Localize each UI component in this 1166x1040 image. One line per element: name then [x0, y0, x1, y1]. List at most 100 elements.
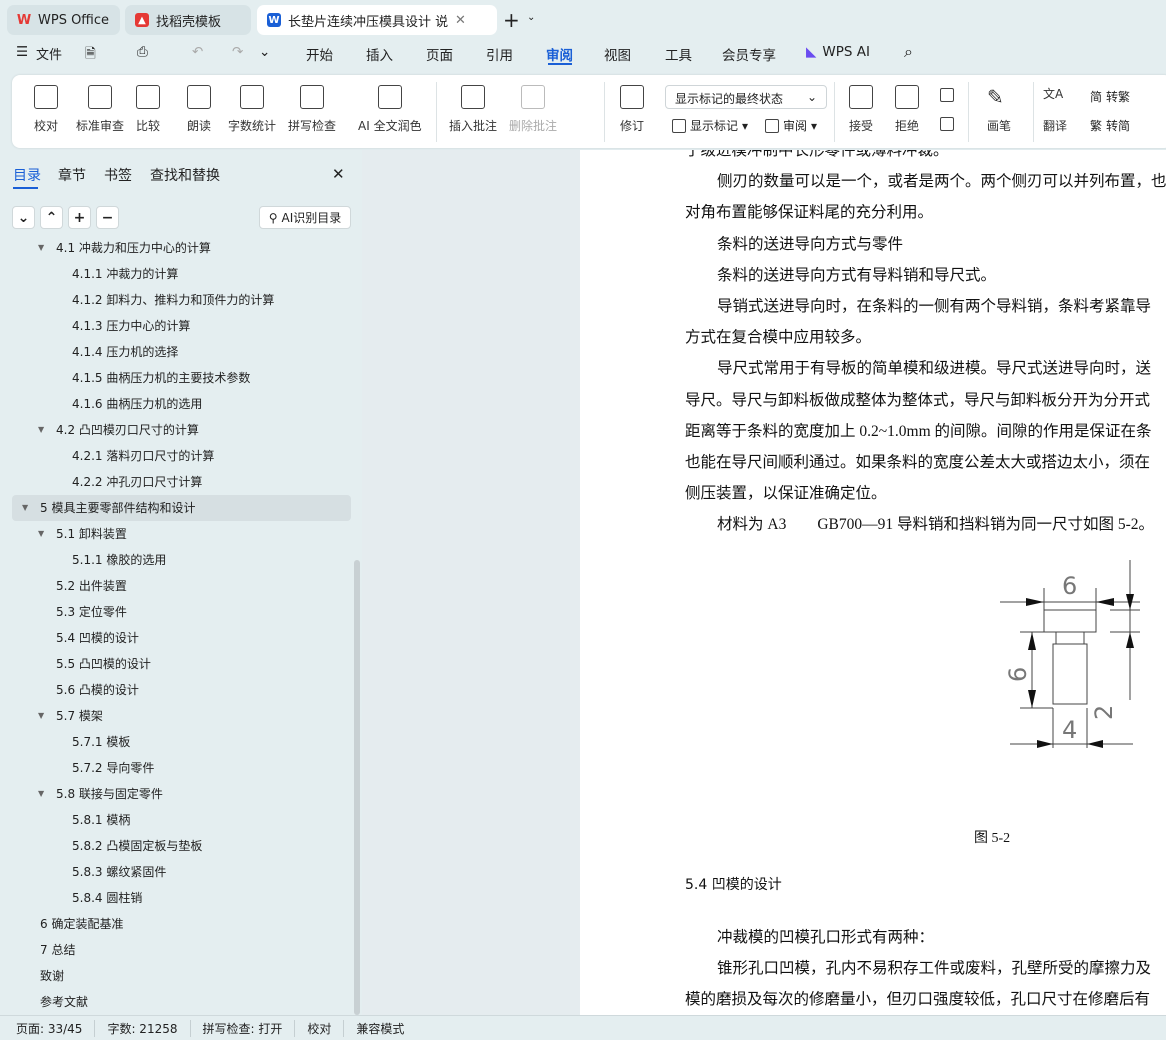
tab-list-chevron-icon[interactable]: ⌄ — [527, 12, 535, 23]
toc-item[interactable]: 5.8.1 模柄 — [12, 807, 351, 833]
toc-item[interactable]: 5.6 凸模的设计 — [12, 677, 351, 703]
toc-item[interactable]: 5.8.4 圆柱销 — [12, 885, 351, 911]
ribbon-button-1[interactable]: 标准审查 — [76, 75, 124, 134]
ribbon-button-6[interactable]: AI 全文润色 — [358, 75, 422, 134]
toc-item[interactable]: ▼ 5.8 联接与固定零件 — [12, 781, 351, 807]
close-panel-icon[interactable]: ✕ — [332, 165, 345, 183]
expand-triangle-icon[interactable]: ▼ — [38, 703, 44, 729]
toc-item[interactable]: 参考文献 — [12, 989, 351, 1015]
ribbon-button-2[interactable]: 比较 — [136, 75, 160, 134]
panel-tab-0[interactable]: 目录 — [13, 165, 41, 185]
expand-up-button[interactable]: ⌃ — [40, 206, 63, 229]
ai-recognize-toc-button[interactable]: ⚲ AI识别目录 — [259, 206, 351, 229]
toc-item[interactable]: ▼ 5.1 卸料装置 — [12, 521, 351, 547]
toc-item[interactable]: ▼ 4.2 凸凹模刃口尺寸的计算 — [12, 417, 351, 443]
toc-item[interactable]: 7 总结 — [12, 937, 351, 963]
close-tab-icon[interactable]: ✕ — [455, 13, 466, 28]
review-pane-button[interactable]: 审阅 ▾ — [765, 117, 817, 134]
toc-item[interactable]: 4.1.2 卸料力、推料力和顶件力的计算 — [12, 287, 351, 313]
traditional-icon: 简 — [1090, 90, 1103, 104]
toc-item[interactable]: 5.7.2 导向零件 — [12, 755, 351, 781]
toc-item[interactable]: 5.7.1 模板 — [12, 729, 351, 755]
menu-3[interactable]: 引用 — [486, 44, 513, 64]
toc-item[interactable]: 致谢 — [12, 963, 351, 989]
remove-heading-button[interactable]: − — [96, 206, 119, 229]
add-heading-button[interactable]: + — [68, 206, 91, 229]
ribbon-button-0[interactable]: 校对 — [34, 75, 58, 134]
ribbon-button-5[interactable]: 拼写检查 — [288, 75, 336, 134]
search-icon[interactable]: ⌕ — [904, 42, 913, 62]
ribbon-button-7[interactable]: 插入批注 — [449, 75, 497, 134]
tab-document[interactable]: W 长垫片连续冲压模具设计 说明 ✕ — [257, 5, 497, 35]
prev-change-icon[interactable] — [940, 88, 954, 102]
proofread-status[interactable]: 校对 — [307, 1019, 345, 1037]
panel-tab-3[interactable]: 查找和替换 — [150, 165, 220, 185]
menu-6[interactable]: 工具 — [665, 44, 692, 64]
spell-check-status[interactable]: 拼写检查: 打开 — [203, 1019, 296, 1037]
reject-button[interactable]: 拒绝 — [895, 75, 919, 134]
expand-triangle-icon[interactable]: ▼ — [38, 417, 44, 443]
expand-triangle-icon[interactable]: ▼ — [22, 495, 28, 521]
toc-item[interactable]: 5.5 凸凹模的设计 — [12, 651, 351, 677]
show-markup-icon — [672, 118, 686, 133]
quick-save-icon[interactable]: 🗎 — [85, 44, 96, 67]
menu-2[interactable]: 页面 — [426, 44, 453, 64]
redo-icon[interactable]: ↷ — [232, 44, 243, 60]
panel-tab-2[interactable]: 书签 — [104, 165, 132, 185]
ai-icon: ⚲ — [268, 210, 278, 225]
toc-item[interactable]: ▼ 5 模具主要零部件结构和设计 — [12, 495, 351, 521]
toc-item[interactable]: 4.1.1 冲裁力的计算 — [12, 261, 351, 287]
ribbon-button-8[interactable]: 删除批注 — [509, 75, 557, 134]
paragraph-line: 对角布置能够保证料尾的充分利用。 — [685, 204, 934, 222]
to-traditional-button[interactable]: 简转繁 — [1090, 88, 1130, 105]
more-chevron-icon[interactable]: ⌄ — [259, 44, 270, 60]
toc-item[interactable]: 4.1.6 曲柄压力机的选用 — [12, 391, 351, 417]
tab-docer-templates[interactable]: ▲ 找稻壳模板 — [125, 5, 251, 35]
next-change-icon[interactable] — [940, 117, 954, 131]
revise-button[interactable]: 修订 — [620, 75, 644, 134]
print-icon[interactable]: ⎙ — [137, 44, 148, 60]
toc-item[interactable]: 4.1.4 压力机的选择 — [12, 339, 351, 365]
toc-item[interactable]: 5.8.2 凸模固定板与垫板 — [12, 833, 351, 859]
translate-button[interactable]: 文A 翻译 — [1043, 75, 1067, 134]
new-tab-button[interactable]: + — [503, 8, 520, 32]
toc-item[interactable]: 4.1.3 压力中心的计算 — [12, 313, 351, 339]
menu-4[interactable]: 审阅 — [546, 44, 573, 64]
toc-item[interactable]: 6 确定装配基准 — [12, 911, 351, 937]
collapse-all-button[interactable]: ⌄ — [12, 206, 35, 229]
pen-button[interactable]: ✎ 画笔 — [987, 75, 1011, 134]
menu-1[interactable]: 插入 — [366, 44, 393, 64]
expand-triangle-icon[interactable]: ▼ — [38, 781, 44, 807]
toc-item[interactable]: 5.2 出件装置 — [12, 573, 351, 599]
menu-7[interactable]: 会员专享 — [722, 44, 776, 64]
accept-button[interactable]: 接受 — [849, 75, 873, 134]
undo-icon[interactable]: ↶ — [192, 44, 203, 60]
toc-item[interactable]: 5.1.1 橡胶的选用 — [12, 547, 351, 573]
toc-item[interactable]: 4.1.5 曲柄压力机的主要技术参数 — [12, 365, 351, 391]
expand-triangle-icon[interactable]: ▼ — [38, 521, 44, 547]
to-simplified-button[interactable]: 繁转简 — [1090, 117, 1130, 134]
page-count[interactable]: 页面: 33/45 — [16, 1019, 96, 1037]
toc-item[interactable]: ▼ 5.7 模架 — [12, 703, 351, 729]
hamburger-icon[interactable]: ☰ — [16, 44, 28, 60]
tab-wps-office[interactable]: W WPS Office — [7, 5, 120, 35]
file-menu[interactable]: 文件 — [36, 44, 62, 63]
toc-item[interactable]: 4.2.2 冲孔刃口尺寸计算 — [12, 469, 351, 495]
ribbon-button-4[interactable]: 字数统计 — [228, 75, 276, 134]
toc-scrollbar[interactable] — [354, 560, 360, 1015]
show-markup-button[interactable]: 显示标记 ▾ — [672, 117, 748, 134]
toc-item[interactable]: 4.2.1 落料刃口尺寸的计算 — [12, 443, 351, 469]
panel-tab-1[interactable]: 章节 — [58, 165, 86, 185]
menu-5[interactable]: 视图 — [604, 44, 631, 64]
toc-item[interactable]: 5.4 凹模的设计 — [12, 625, 351, 651]
expand-triangle-icon[interactable]: ▼ — [38, 235, 44, 261]
markup-state-select[interactable]: 显示标记的最终状态 ⌄ — [665, 85, 827, 109]
ribbon-button-3[interactable]: 朗读 — [187, 75, 211, 134]
toc-item[interactable]: 5.8.3 螺纹紧固件 — [12, 859, 351, 885]
toc-item[interactable]: 5.3 定位零件 — [12, 599, 351, 625]
toc-item[interactable]: ▼ 4.1 冲裁力和压力中心的计算 — [12, 235, 351, 261]
document-page[interactable]: 于级进模冲制中长形零件或薄料冲裁。 侧刃的数量可以是一个，或者是两个。两个侧刃可以… — [580, 150, 1166, 1015]
wps-ai-menu[interactable]: ◣ WPS AI — [806, 44, 870, 60]
menu-0[interactable]: 开始 — [306, 44, 333, 64]
word-count[interactable]: 字数: 21258 — [107, 1019, 191, 1037]
